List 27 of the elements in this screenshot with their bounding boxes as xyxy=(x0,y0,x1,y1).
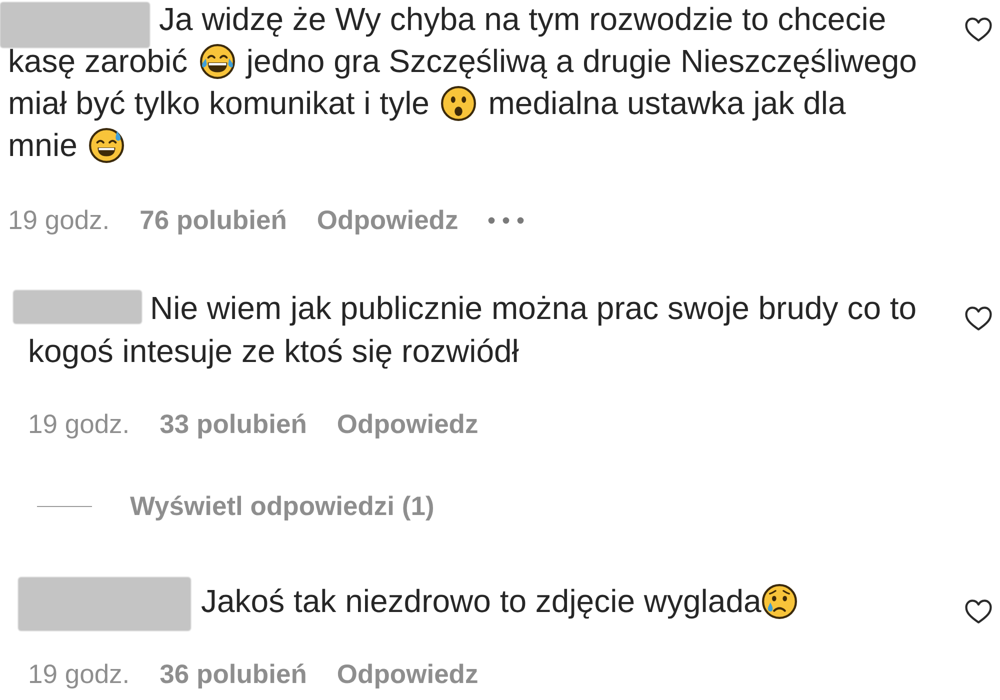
crying-face-icon xyxy=(762,584,798,620)
reply-button[interactable]: Odpowiedz xyxy=(336,407,478,441)
heart-icon[interactable] xyxy=(965,306,992,331)
like-count[interactable]: 33 polubień xyxy=(160,407,307,441)
comment-text: miał być tylko komunikat i tyle xyxy=(8,85,430,121)
comment-text: Ja widzę że Wy chyba na tym rozwodzie to chcecie xyxy=(159,1,886,37)
heart-icon[interactable] xyxy=(965,17,992,42)
sweat-smile-face-icon xyxy=(89,128,124,164)
comment-text: mnie xyxy=(8,127,78,163)
like-count[interactable]: 76 polubień xyxy=(140,203,287,237)
comment-time: 19 godz. xyxy=(28,408,130,441)
reply-button[interactable]: Odpowiedz xyxy=(336,657,478,691)
comment-text: kasę zarobić xyxy=(8,43,188,79)
more-options-icon[interactable] xyxy=(488,216,524,224)
comment-time: 19 godz. xyxy=(8,204,110,237)
comment-text: kogoś intesuje ze ktoś się rozwiódł xyxy=(28,332,519,368)
comment-text: Jakoś tak niezdrowo to zdjęcie wyglada xyxy=(201,583,762,619)
laughing-tears-face-icon xyxy=(200,44,235,80)
like-count[interactable]: 36 polubień xyxy=(160,657,307,691)
comment-text: jedno gra Szczęśliwą a drugie Nieszczęśliwego xyxy=(246,43,917,79)
comment-time: 19 godz. xyxy=(28,658,130,691)
heart-icon[interactable] xyxy=(965,599,992,624)
comment-text: Nie wiem jak publicznie można prac swoje brudy co to xyxy=(150,290,917,326)
open-mouth-face-icon xyxy=(441,86,476,122)
reply-button[interactable]: Odpowiedz xyxy=(316,203,458,237)
comment-text: medialna ustawka jak dla xyxy=(488,85,846,121)
view-replies-button[interactable]: Wyświetl odpowiedzi (1) xyxy=(37,489,434,523)
